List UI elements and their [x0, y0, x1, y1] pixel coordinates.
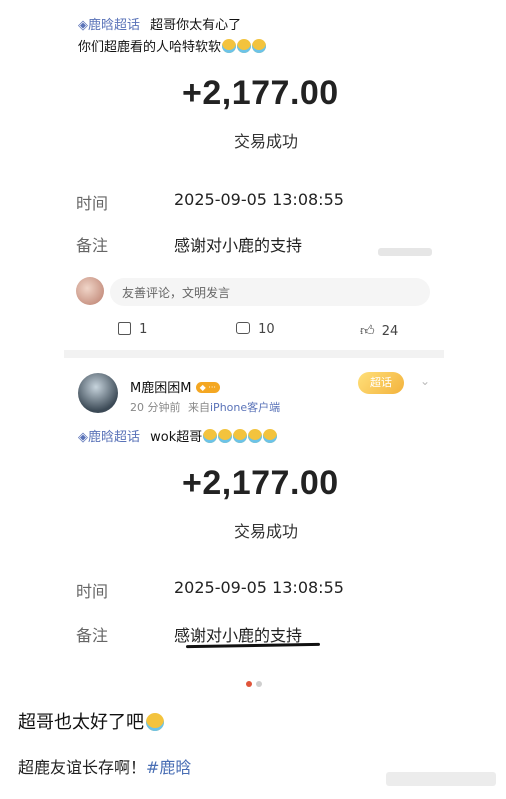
source-prefix: 来自: [188, 401, 210, 414]
username[interactable]: M鹿困困M: [130, 381, 191, 396]
repost-button[interactable]: 1: [118, 322, 147, 337]
comment-count: 10: [258, 322, 275, 337]
watermark: [378, 248, 432, 256]
like-count: 24: [381, 324, 399, 339]
diamond-icon: ◈: [78, 430, 88, 445]
crying-emoji-icon: [237, 39, 252, 53]
post-body: 超鹿友谊长存啊！: [18, 758, 147, 777]
crying-emoji-icon: [248, 429, 263, 443]
crying-emoji-icon: [233, 429, 248, 443]
post-meta: 20 分钟前 来自iPhone客户端: [130, 399, 280, 415]
thumbs-up-icon: 👍︎: [360, 323, 375, 339]
note-value: 感谢对小鹿的支持: [174, 626, 303, 645]
post-body-row: 超鹿友谊长存啊！#鹿晗: [18, 754, 191, 778]
comment-button[interactable]: 10: [236, 322, 275, 337]
topic-line-2: ◈鹿晗超话 wok超哥: [78, 426, 278, 445]
user-avatar[interactable]: [78, 373, 118, 413]
source-client: iPhone客户端: [210, 401, 281, 414]
repost-icon: [118, 322, 131, 335]
amount: +2,177.00: [182, 74, 339, 112]
comment-icon: [236, 322, 250, 334]
carousel-dot-active[interactable]: [246, 681, 252, 687]
commenter-avatar[interactable]: [76, 277, 104, 305]
post-headline-row: 超哥也太好了吧: [18, 708, 164, 734]
crying-emoji-icon: [252, 39, 267, 53]
time-label: 时间: [76, 194, 109, 213]
crying-emoji-icon: [222, 39, 237, 53]
topic-tag[interactable]: 鹿晗超话: [88, 18, 140, 33]
watermark: [386, 772, 496, 786]
crying-emoji-icon: [146, 713, 164, 731]
like-button[interactable]: 👍︎ 24: [360, 322, 398, 339]
diamond-icon: ◈: [78, 18, 88, 33]
amount: +2,177.00: [182, 464, 339, 502]
section-divider: [64, 350, 444, 358]
note-label: 备注: [76, 626, 109, 645]
time-value: 2025-09-05 13:08:55: [174, 578, 344, 597]
transaction-status: 交易成功: [234, 522, 299, 541]
topic-tag[interactable]: 鹿晗超话: [88, 430, 140, 445]
post-line-2-row: 你们超鹿看的人哈特软软: [78, 36, 267, 55]
post-line-2: 你们超鹿看的人哈特软软: [78, 40, 222, 55]
transaction-status: 交易成功: [234, 132, 299, 151]
topic-line-1: ◈鹿晗超话 超哥你太有心了: [78, 14, 241, 33]
note-value: 感谢对小鹿的支持: [174, 236, 303, 255]
repost-count: 1: [139, 322, 148, 337]
chevron-down-icon[interactable]: ⌄: [420, 374, 430, 388]
post-line-1: 超哥你太有心了: [150, 18, 242, 33]
post-text: wok超哥: [150, 430, 203, 445]
crying-emoji-icon: [263, 429, 278, 443]
time-value: 2025-09-05 13:08:55: [174, 190, 344, 209]
comment-placeholder: 友善评论，文明发言: [122, 286, 231, 300]
hashtag-link[interactable]: #鹿晗: [146, 758, 191, 777]
super-badge-label: 超话: [370, 376, 392, 389]
note-label: 备注: [76, 236, 109, 255]
super-topic-badge[interactable]: 超话: [358, 372, 404, 394]
time-label: 时间: [76, 582, 109, 601]
time-ago: 20 分钟前: [130, 401, 181, 414]
post-headline: 超哥也太好了吧: [18, 712, 144, 733]
username-row: M鹿困困M ◆ ···: [130, 377, 220, 396]
comment-input[interactable]: 友善评论，文明发言: [110, 278, 430, 306]
crying-emoji-icon: [218, 429, 233, 443]
crying-emoji-icon: [203, 429, 218, 443]
fan-badge-icon: ◆ ···: [195, 382, 220, 393]
carousel-dot[interactable]: [256, 681, 262, 687]
